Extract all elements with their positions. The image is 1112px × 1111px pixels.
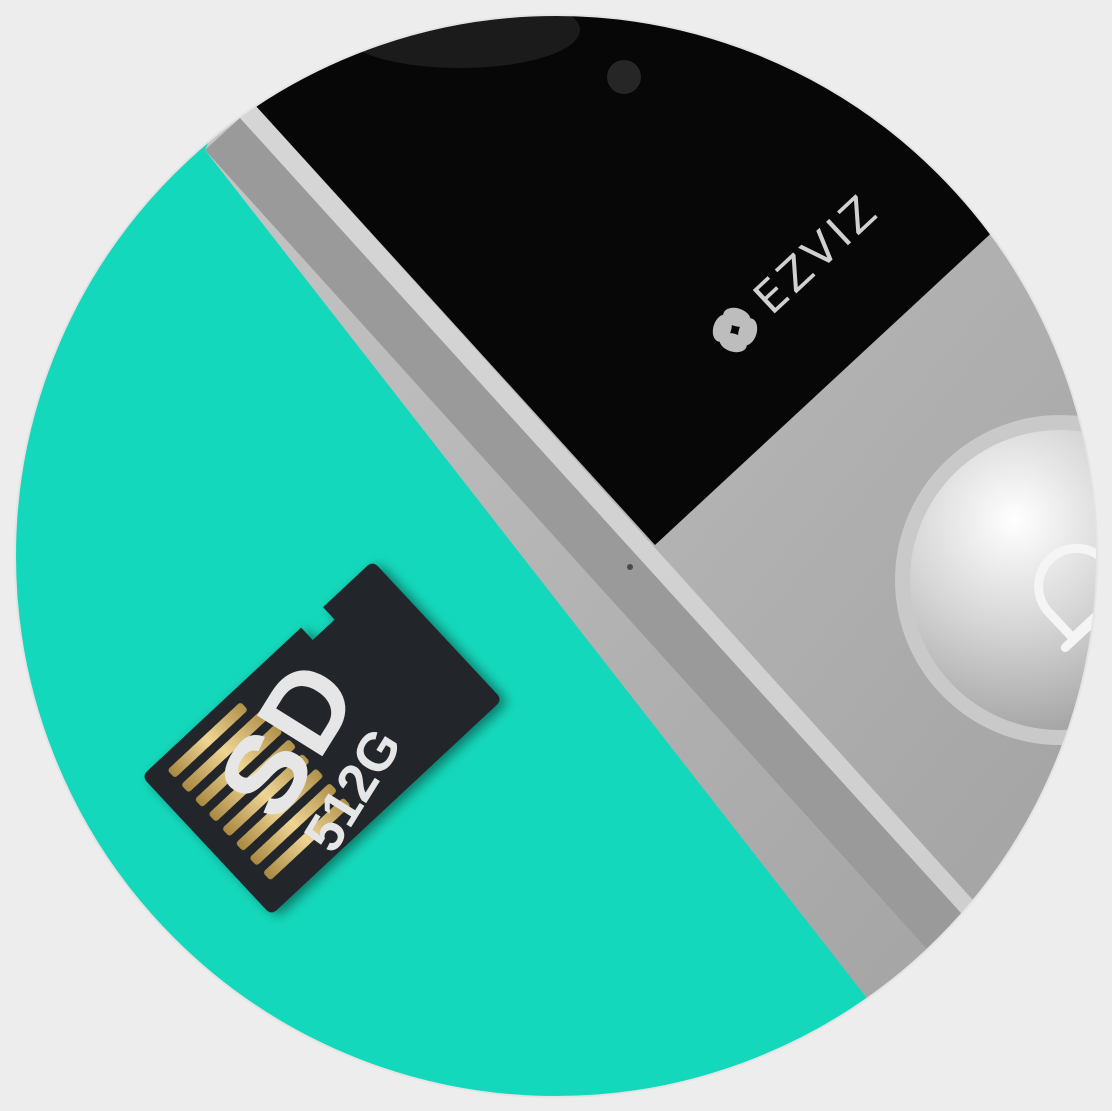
mic-hole xyxy=(627,564,633,570)
product-closeup-image: EZVIZ SD 512G xyxy=(0,0,1112,1111)
sensor-dot xyxy=(607,60,641,94)
circular-photo: EZVIZ SD 512G xyxy=(14,14,1098,1098)
